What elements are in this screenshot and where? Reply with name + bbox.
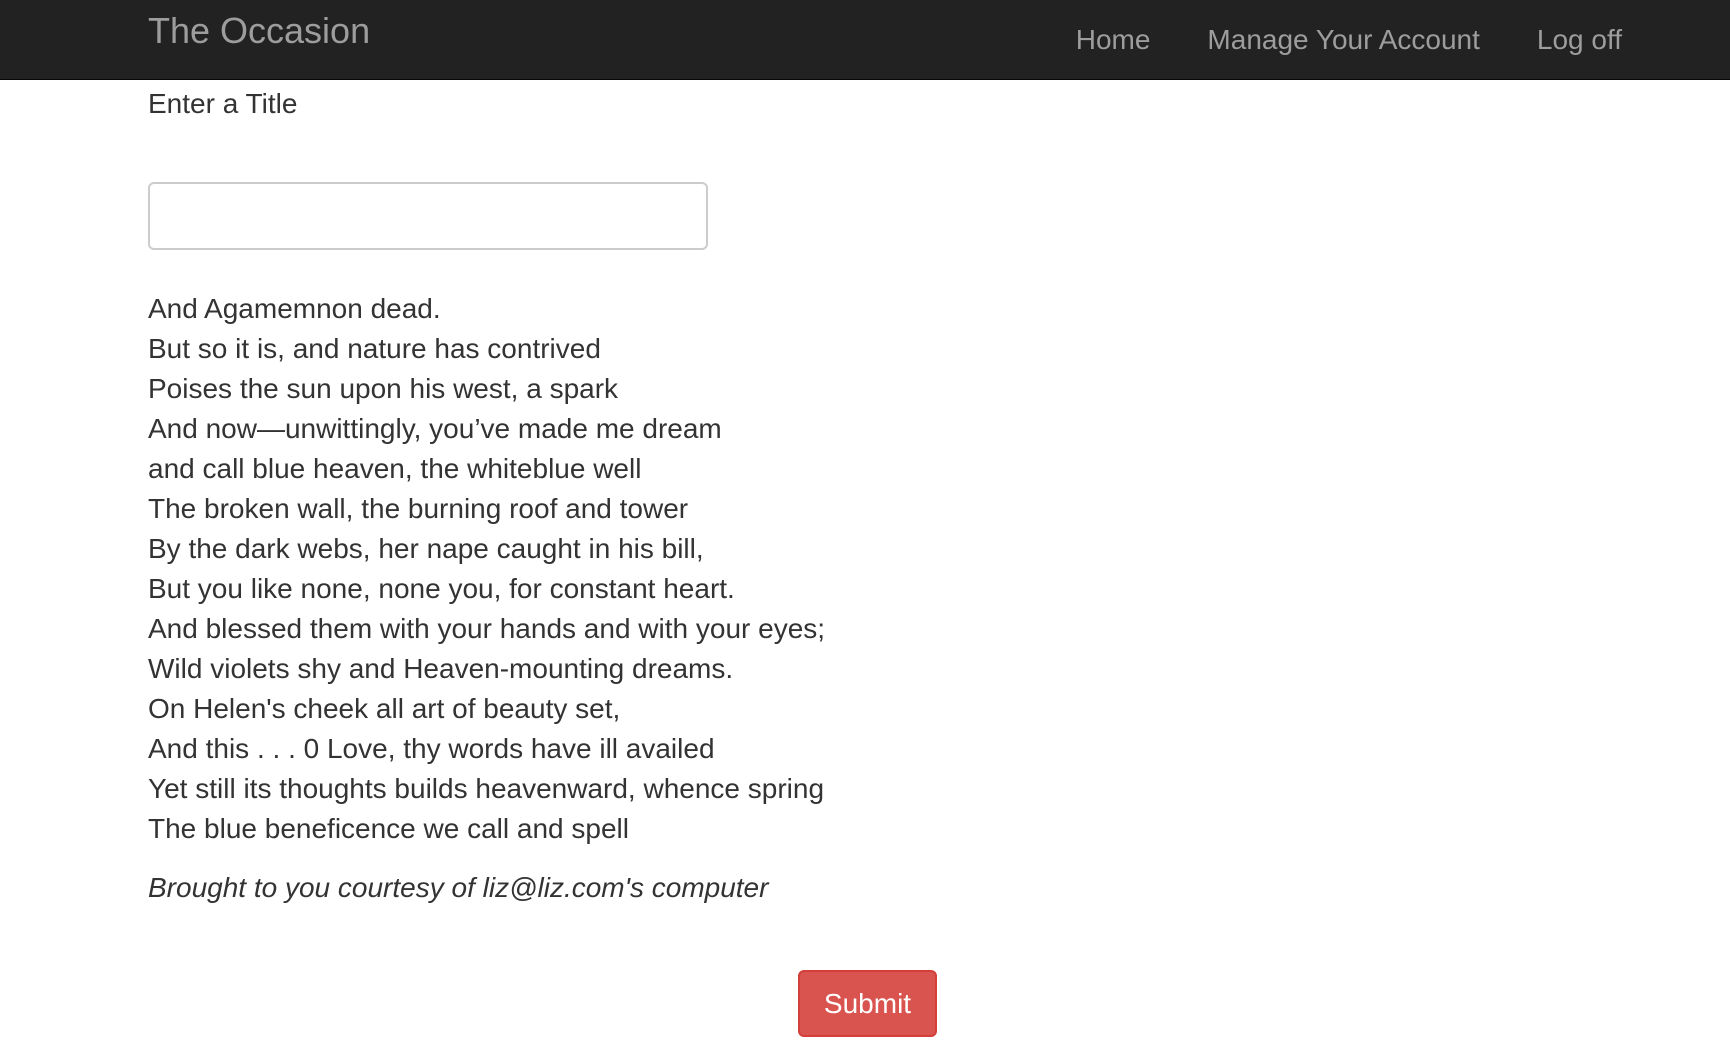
poem-text: And Agamemnon dead. But so it is, and na… — [148, 289, 825, 849]
poem-line: On Helen's cheek all art of beauty set, — [148, 693, 621, 724]
poem-line: And Agamemnon dead. — [148, 293, 441, 324]
nav-links: Home Manage Your Account Log off — [1019, 0, 1622, 80]
poem-line: And now—unwittingly, you’ve made me drea… — [148, 413, 722, 444]
poem-line: By the dark webs, her nape caught in his… — [148, 533, 704, 564]
poem-line: And blessed them with your hands and wit… — [148, 613, 826, 644]
poem-line: Wild violets shy and Heaven-mounting dre… — [148, 653, 734, 684]
poem-line: But so it is, and nature has contrived — [148, 333, 601, 364]
brand-link[interactable]: The Occasion — [148, 9, 370, 53]
nav-manage-account-link[interactable]: Manage Your Account — [1207, 24, 1479, 56]
nav-log-off-link[interactable]: Log off — [1537, 24, 1622, 56]
poem-line: The broken wall, the burning roof and to… — [148, 493, 689, 524]
credit-text: Brought to you courtesy of liz@liz.com's… — [148, 872, 769, 903]
poem-line: And this . . . 0 Love, thy words have il… — [148, 733, 715, 764]
top-navbar: The Occasion Home Manage Your Account Lo… — [0, 0, 1730, 80]
title-input[interactable] — [148, 182, 708, 250]
submit-button[interactable]: Submit — [798, 970, 937, 1037]
poem-line: The blue beneficence we call and spell — [148, 813, 629, 844]
poem-line: Yet still its thoughts builds heavenward… — [148, 773, 825, 804]
poem-line: But you like none, none you, for constan… — [148, 573, 735, 604]
poem-line: Poises the sun upon his west, a spark — [148, 373, 619, 404]
nav-home-link[interactable]: Home — [1076, 24, 1151, 56]
poem-line: and call blue heaven, the whiteblue well — [148, 453, 642, 484]
title-label: Enter a Title — [148, 88, 298, 119]
